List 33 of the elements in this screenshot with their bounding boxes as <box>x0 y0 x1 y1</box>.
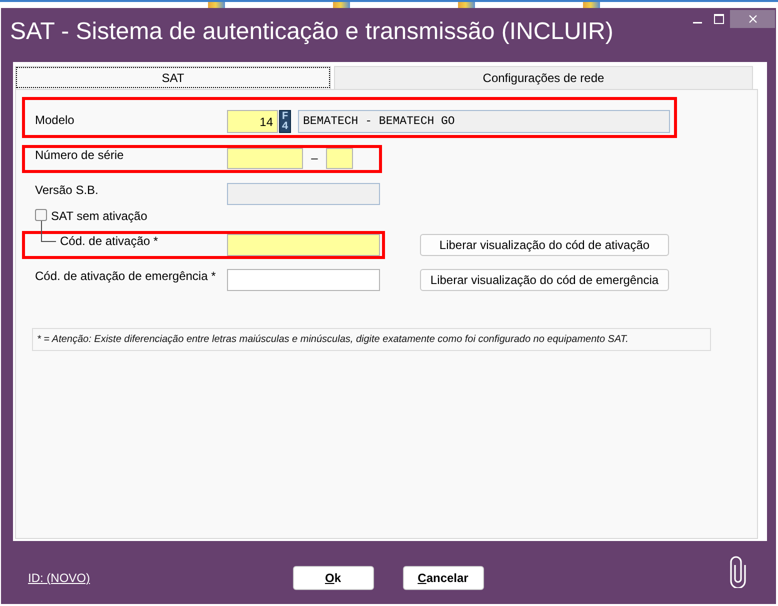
field-label: Versão S.B. <box>35 183 100 197</box>
field-label: Cód. de ativação * <box>35 234 227 248</box>
ok-button[interactable]: Ok <box>292 566 374 590</box>
maximize-icon <box>714 14 724 24</box>
app-icon <box>458 2 475 8</box>
lookup-key-button[interactable]: F4 <box>279 110 291 133</box>
input-field[interactable] <box>227 234 380 256</box>
field-label: Número de série <box>35 148 125 162</box>
window-title: SAT - Sistema de autenticação e transmissão (INCLUIR) <box>10 17 614 47</box>
tree-connector <box>41 221 56 242</box>
field-label: Cód. de ativação de emergência * <box>35 269 217 283</box>
input-field[interactable] <box>227 269 380 291</box>
case-sensitivity-note: * = Atenção: Existe diferenciação entre letras maiúsculas e minúsculas, digite exatamente como foi configurado no equipamento SAT. <box>32 328 711 351</box>
app-icon <box>583 2 600 8</box>
paperclip-icon[interactable] <box>728 556 748 588</box>
app-icon <box>333 2 350 8</box>
reveal-code-button[interactable]: Liberar visualização do cód de ativação <box>420 234 669 256</box>
field-separator: – <box>310 150 319 167</box>
tab[interactable]: SAT <box>15 66 331 89</box>
app-icon <box>208 2 225 8</box>
field-label: Modelo <box>35 112 76 127</box>
input-field[interactable] <box>227 148 303 169</box>
tab[interactable]: Configurações de rede <box>334 66 753 89</box>
reveal-code-button[interactable]: Liberar visualização do cód de emergência <box>420 269 669 291</box>
checkbox[interactable] <box>35 209 47 221</box>
minimize-icon <box>692 22 702 24</box>
cancel-button[interactable]: Cancelar <box>402 566 484 590</box>
input-field[interactable] <box>326 148 353 169</box>
code-field[interactable]: 14 <box>227 110 278 133</box>
record-id-link[interactable]: ID: (NOVO) <box>28 571 90 585</box>
close-icon <box>748 15 756 23</box>
close-button[interactable] <box>730 10 775 28</box>
checkbox-label[interactable]: SAT sem ativação <box>51 209 148 223</box>
